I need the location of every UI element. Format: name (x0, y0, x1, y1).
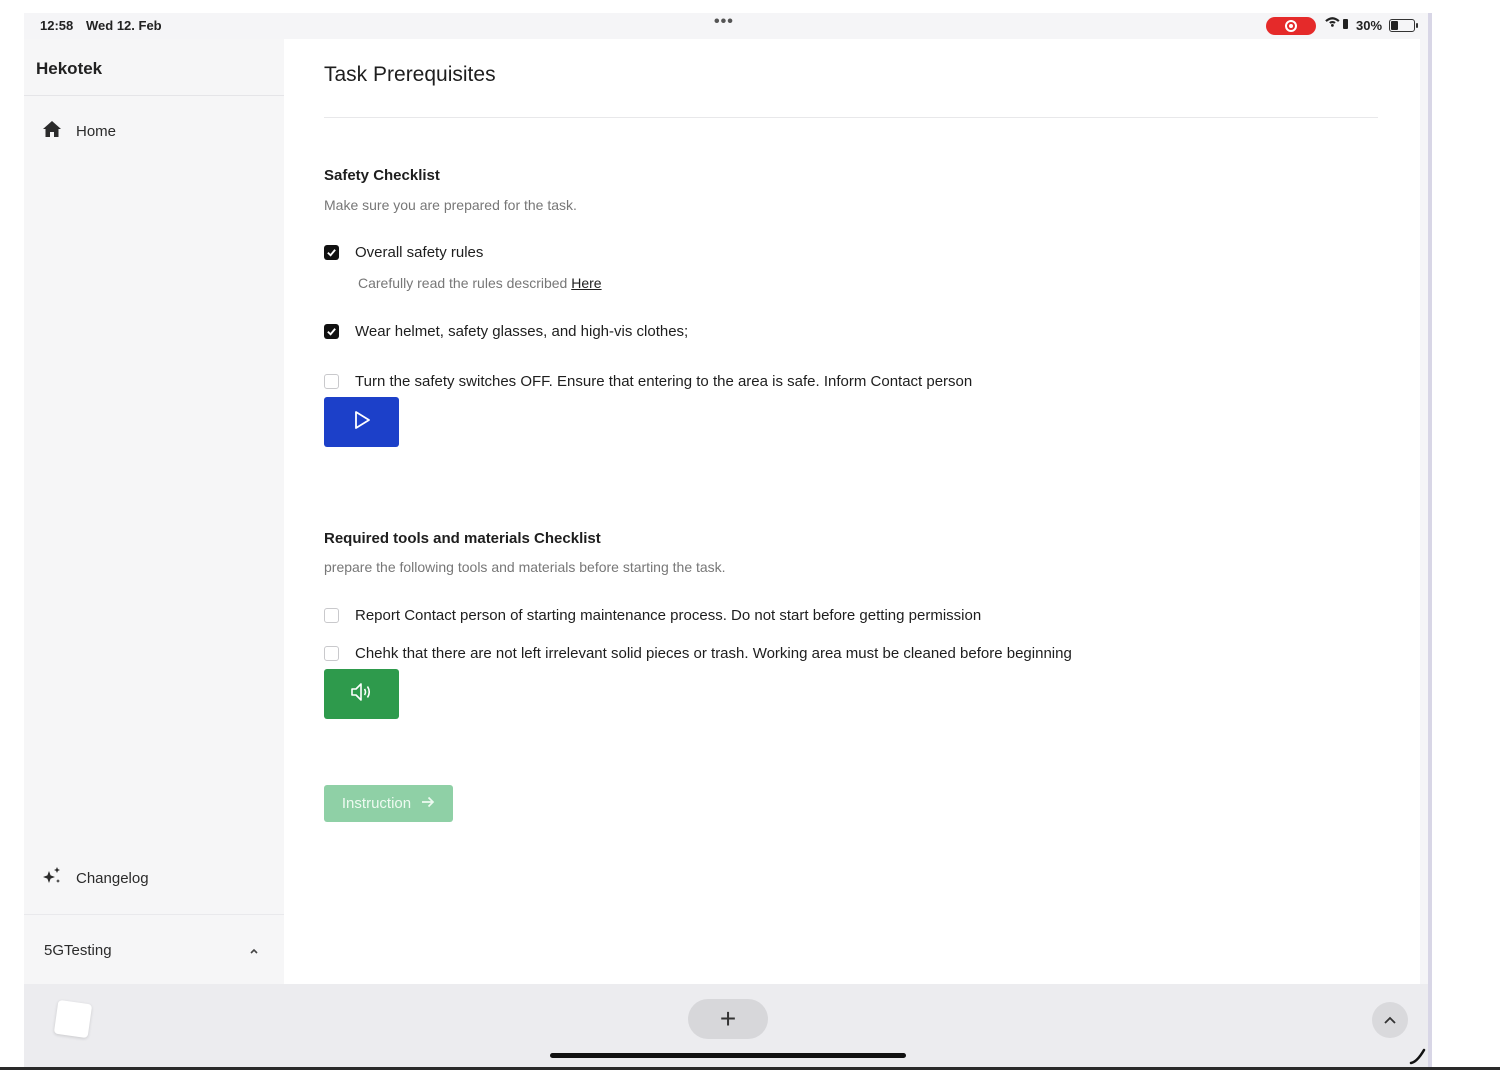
rules-link[interactable]: Here (571, 275, 601, 291)
dock: + (24, 984, 1432, 1068)
checkbox-unchecked[interactable] (324, 646, 339, 661)
title-divider (324, 117, 1378, 118)
speaker-icon (349, 681, 375, 708)
status-time: 12:58 (40, 18, 74, 33)
notes-app-icon[interactable] (53, 999, 93, 1039)
brand-name: Hekotek (36, 59, 103, 78)
workspace-name: 5GTesting (44, 941, 112, 959)
checklist-label: Wear helmet, safety glasses, and high-vi… (355, 323, 689, 340)
checklist-label: Overall safety rules (355, 244, 484, 261)
tools-item-report[interactable]: Report Contact person of starting mainte… (324, 607, 981, 624)
home-indicator[interactable] (550, 1053, 906, 1058)
safety-section-subtitle: Make sure you are prepared for the task. (324, 197, 577, 213)
pencil-icon[interactable] (1408, 1046, 1428, 1066)
sidebar-item-home[interactable]: Home (42, 119, 116, 143)
hint-text: Carefully read the rules described (358, 275, 568, 291)
page-title: Task Prerequisites (324, 63, 496, 86)
safety-item-ppe[interactable]: Wear helmet, safety glasses, and high-vi… (324, 323, 688, 340)
checkbox-unchecked[interactable] (324, 374, 339, 389)
checklist-label: Report Contact person of starting mainte… (355, 607, 982, 624)
screen-edge (1428, 13, 1432, 1068)
safety-item-switches[interactable]: Turn the safety switches OFF. Ensure tha… (324, 373, 972, 390)
battery-icon (1389, 19, 1418, 32)
tools-item-clean-area[interactable]: Chehk that there are not left irrelevant… (324, 645, 1072, 662)
arrow-right-icon (421, 795, 435, 812)
sidebar-divider (24, 914, 284, 915)
battery-percentage: 30% (1356, 18, 1383, 33)
play-button[interactable] (324, 397, 399, 447)
sidebar-item-label: Changelog (76, 869, 149, 887)
checkbox-checked[interactable] (324, 324, 339, 339)
instruction-button-label: Instruction (341, 795, 412, 812)
ipad-screen: 12:58 Wed 12. Feb ••• 30% Hekotek Home C… (24, 13, 1432, 1068)
checklist-hint: Carefully read the rules described Here (358, 275, 602, 291)
instruction-button[interactable]: Instruction (324, 785, 453, 822)
safety-item-overall-rules[interactable]: Overall safety rules (324, 244, 483, 261)
sidebar-item-label: Home (76, 122, 117, 140)
checklist-label: Chehk that there are not left irrelevant… (355, 645, 1072, 662)
workspace-selector[interactable]: 5GTesting (44, 939, 259, 961)
checkbox-checked[interactable] (324, 245, 339, 260)
tools-section-subtitle: prepare the following tools and material… (324, 559, 726, 575)
read-aloud-button[interactable] (324, 669, 399, 719)
status-bar: 12:58 Wed 12. Feb ••• 30% (24, 13, 1432, 39)
wifi-icon (1324, 15, 1352, 36)
play-icon (352, 410, 372, 435)
multitasking-dots-icon[interactable]: ••• (714, 13, 734, 31)
status-date: Wed 12. Feb (86, 18, 162, 33)
sidebar: Hekotek Home Changelog 5GTesting (24, 39, 284, 984)
sparkles-icon (42, 866, 62, 890)
main-panel: Task Prerequisites Safety Checklist Make… (284, 39, 1420, 984)
sidebar-divider (24, 95, 284, 96)
chevron-up-icon (249, 942, 259, 959)
screen-recording-icon[interactable] (1266, 17, 1316, 35)
chevron-up-icon[interactable] (1372, 1002, 1408, 1038)
home-icon (42, 120, 62, 142)
sidebar-item-changelog[interactable]: Changelog (42, 866, 149, 890)
add-button[interactable]: + (688, 999, 768, 1039)
checklist-label: Turn the safety switches OFF. Ensure tha… (355, 373, 973, 390)
safety-section-title: Safety Checklist (324, 167, 440, 184)
tools-section-title: Required tools and materials Checklist (324, 530, 601, 547)
checkbox-unchecked[interactable] (324, 608, 339, 623)
